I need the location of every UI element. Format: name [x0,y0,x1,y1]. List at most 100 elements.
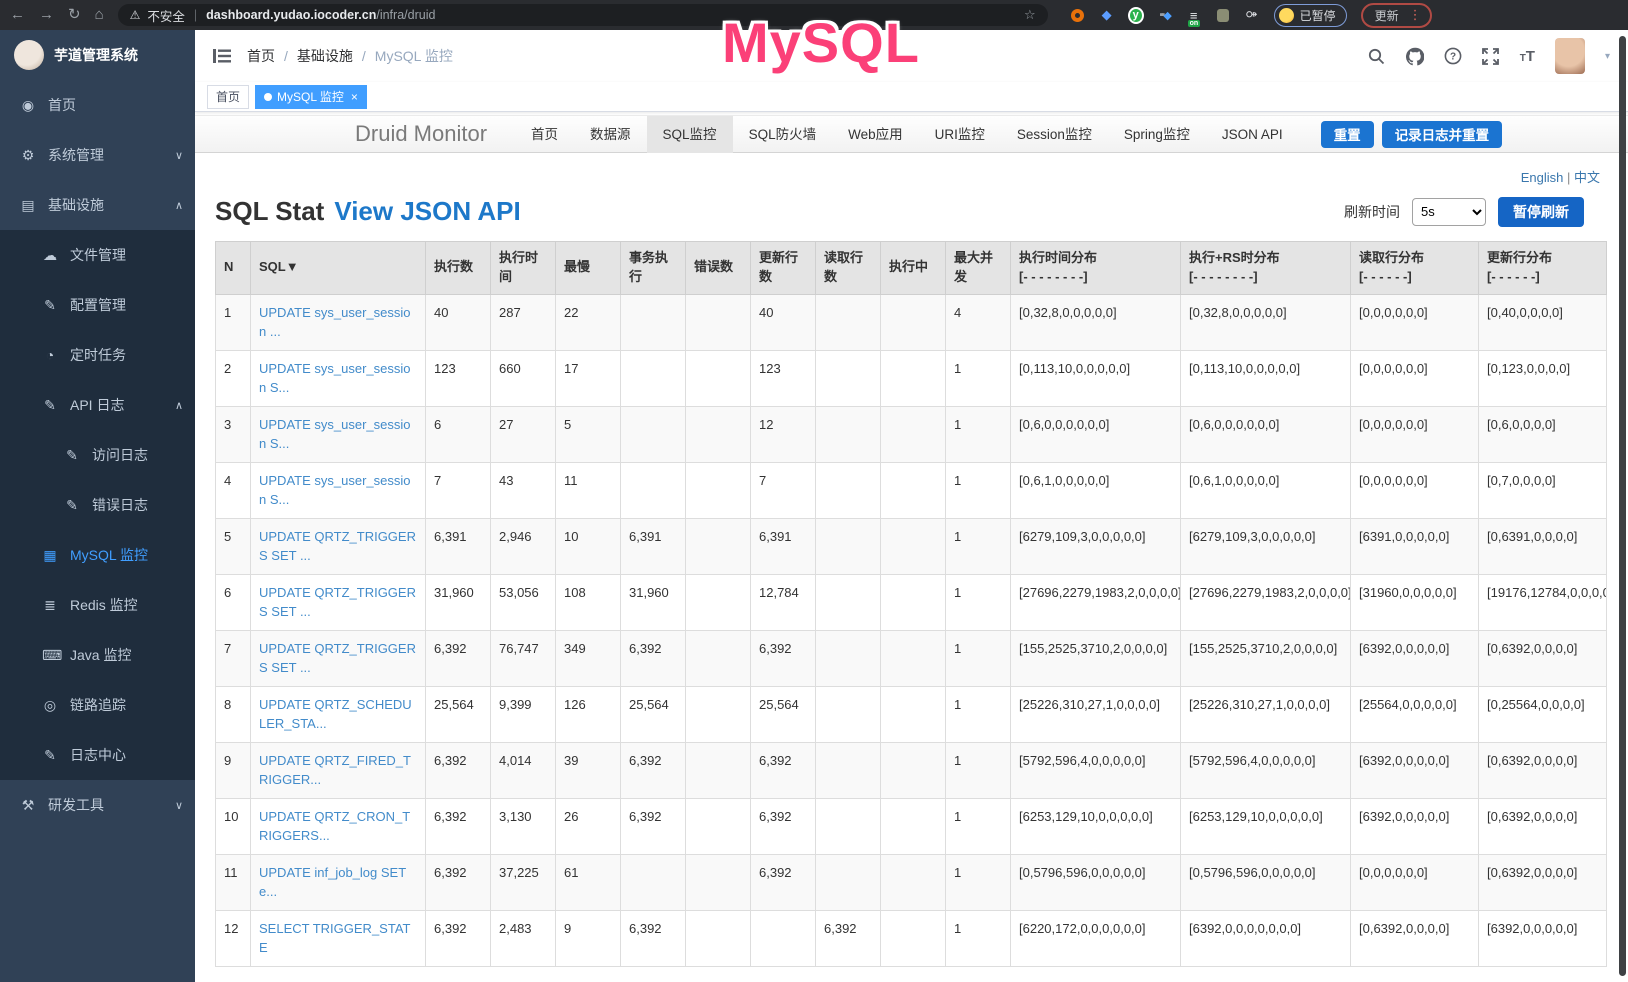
sql-cell: SELECT TRIGGER_STATE [251,910,426,966]
druid-nav-Session监控[interactable]: Session监控 [1001,116,1108,153]
browser-update-button[interactable]: 更新 ⋮ [1361,3,1432,28]
column-header-错误数[interactable]: 错误数 [686,242,751,295]
font-size-icon[interactable]: TT [1520,48,1535,65]
column-header-更新行分布[interactable]: 更新行分布[- - - - - -] [1479,242,1607,295]
help-icon[interactable]: ? [1444,47,1462,65]
lang-chinese-link[interactable]: 中文 [1574,170,1600,185]
column-header-执行时间[interactable]: 执行时间 [491,242,556,295]
sidebar-item-定时任务[interactable]: ◔定时任务 [0,330,195,380]
sidebar-item-首页[interactable]: ◉首页 [0,80,195,130]
sidebar-item-Java 监控[interactable]: ⌨Java 监控 [0,630,195,680]
reload-icon[interactable]: ↻ [68,0,81,30]
view-json-api-link[interactable]: View JSON API [334,196,520,227]
sql-statement-link[interactable]: UPDATE QRTZ_TRIGGERS SET ... [259,529,416,564]
sql-statement-link[interactable]: UPDATE sys_user_session ... [259,305,410,340]
forward-icon[interactable]: → [39,0,54,30]
breadcrumb-item[interactable]: 基础设施 [297,46,353,66]
home-icon[interactable]: ⌂ [95,0,104,30]
sql-statement-link[interactable]: UPDATE inf_job_log SET e... [259,865,406,900]
gray-blob-extension-icon[interactable] [1215,7,1231,23]
pause-refresh-button[interactable]: 暂停刷新 [1498,197,1584,227]
lang-english-link[interactable]: English [1521,170,1564,185]
data-cell: 10 [216,798,251,854]
column-header-事务执行[interactable]: 事务执行 [621,242,686,295]
security-label[interactable]: 不安全 [147,6,185,25]
column-header-读取行分布[interactable]: 读取行分布[- - - - - -] [1351,242,1479,295]
puzzle-extensions-icon[interactable]: ⚩ [1244,7,1260,23]
column-header-SQL▼[interactable]: SQL▼ [251,242,426,295]
sidebar-item-错误日志[interactable]: ✎错误日志 [0,480,195,530]
data-cell [816,630,881,686]
github-icon[interactable] [1406,47,1424,65]
sidebar-item-API 日志[interactable]: ✎API 日志∧ [0,380,195,430]
druid-nav-数据源[interactable]: 数据源 [574,116,647,153]
data-cell: 22 [556,294,621,350]
browser-menu-dots-icon[interactable]: ⋮ [1409,7,1422,23]
druid-nav-首页[interactable]: 首页 [515,116,574,153]
druid-nav-SQL防火墙[interactable]: SQL防火墙 [733,116,833,153]
column-header-执行中[interactable]: 执行中 [881,242,946,295]
column-header-执行数[interactable]: 执行数 [426,242,491,295]
green-y-extension-icon[interactable]: y [1128,7,1144,23]
data-cell: [6392,0,0,0,0,0] [1479,910,1607,966]
sql-statement-link[interactable]: UPDATE sys_user_session S... [259,473,410,508]
breadcrumb-item[interactable]: 首页 [247,46,275,66]
druid-nav-URI监控[interactable]: URI监控 [919,116,1001,153]
reset-button[interactable]: 重置 [1321,121,1374,148]
user-avatar[interactable] [1555,38,1585,74]
tag-MySQL 监控[interactable]: MySQL 监控× [255,85,367,109]
data-cell: 11 [556,462,621,518]
sidebar-item-系统管理[interactable]: ⚙系统管理∨ [0,130,195,180]
sidebar-item-基础设施[interactable]: ▤基础设施∧ [0,180,195,230]
sql-statement-link[interactable]: UPDATE sys_user_session S... [259,417,410,452]
column-header-更新行数[interactable]: 更新行数 [751,242,816,295]
page-scrollbar[interactable] [1619,36,1626,976]
sidebar-item-访问日志[interactable]: ✎访问日志 [0,430,195,480]
column-header-N[interactable]: N [216,242,251,295]
user-menu-caret-icon[interactable]: ▾ [1605,51,1610,62]
druid-nav-JSON API[interactable]: JSON API [1206,116,1299,153]
profile-paused-pill[interactable]: 已暂停 [1274,4,1347,27]
squares-extension-icon[interactable]: ▪▪◆ [1157,7,1173,23]
tag-close-icon[interactable]: × [351,90,358,104]
bookmark-star-icon[interactable]: ☆ [1024,7,1036,23]
sql-statement-link[interactable]: UPDATE QRTZ_TRIGGERS SET ... [259,585,416,620]
fullscreen-icon[interactable] [1482,47,1500,65]
druid-nav-SQL监控[interactable]: SQL监控 [647,116,733,153]
column-header-最大并发[interactable]: 最大并发 [946,242,1011,295]
tag-首页[interactable]: 首页 [207,85,249,109]
column-header-读取行数[interactable]: 读取行数 [816,242,881,295]
sidebar-item-MySQL 监控[interactable]: ▦MySQL 监控 [0,530,195,580]
druid-nav-Spring监控[interactable]: Spring监控 [1108,116,1206,153]
sql-statement-link[interactable]: UPDATE sys_user_session S... [259,361,410,396]
column-header-执行时间分布[interactable]: 执行时间分布[- - - - - - - -] [1011,242,1181,295]
sql-statement-link[interactable]: UPDATE QRTZ_TRIGGERS SET ... [259,641,416,676]
page-url[interactable]: dashboard.yudao.iocoder.cn/infra/druid [206,8,435,22]
sql-statement-link[interactable]: UPDATE QRTZ_CRON_TRIGGERS... [259,809,410,844]
back-icon[interactable]: ← [10,0,25,30]
sql-statement-link[interactable]: UPDATE QRTZ_FIRED_TRIGGER... [259,753,411,788]
sidebar-collapse-icon[interactable] [213,48,231,64]
druid-nav-Web应用[interactable]: Web应用 [832,116,919,153]
sidebar-item-配置管理[interactable]: ✎配置管理 [0,280,195,330]
log-and-reset-button[interactable]: 记录日志并重置 [1382,121,1503,148]
sidebar-logo[interactable]: 芋道管理系统 [0,30,195,80]
list-on-extension-icon[interactable]: ≡on [1186,7,1202,23]
sidebar-item-链路追踪[interactable]: ◎链路追踪 [0,680,195,730]
data-cell [816,518,881,574]
sidebar-item-日志中心[interactable]: ✎日志中心 [0,730,195,780]
blue-gem-extension-icon[interactable]: ◆ [1099,7,1115,23]
refresh-interval-select[interactable]: 5s [1412,198,1486,226]
orange-ring-extension-icon[interactable] [1070,7,1086,23]
sql-statement-link[interactable]: UPDATE QRTZ_SCHEDULER_STA... [259,697,412,732]
sidebar-item-研发工具[interactable]: ⚒研发工具∨ [0,780,195,830]
column-header-最慢[interactable]: 最慢 [556,242,621,295]
column-header-执行+RS时分布[interactable]: 执行+RS时分布[- - - - - - - -] [1181,242,1351,295]
data-cell: 6,392 [621,742,686,798]
sql-statement-link[interactable]: SELECT TRIGGER_STATE [259,921,410,956]
search-icon[interactable] [1368,47,1386,65]
data-cell: 349 [556,630,621,686]
sidebar-item-Redis 监控[interactable]: ≣Redis 监控 [0,580,195,630]
sidebar-item-文件管理[interactable]: ☁文件管理 [0,230,195,280]
sidebar-item-label: 系统管理 [48,145,163,165]
